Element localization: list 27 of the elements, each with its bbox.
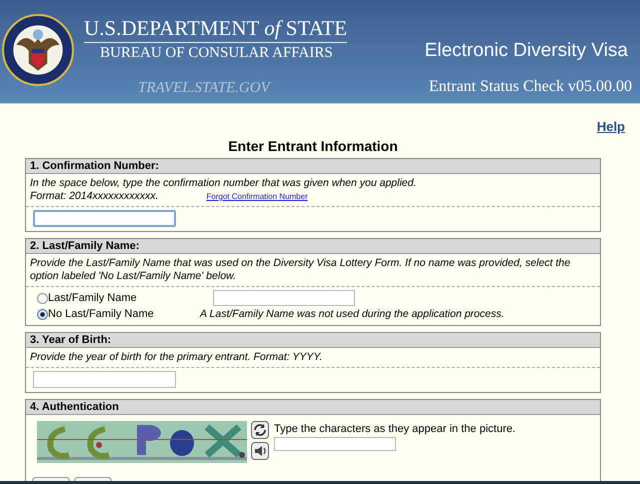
forgot-link[interactable]: Forgot Confirmation Number — [206, 192, 308, 201]
seal-icon — [2, 14, 74, 86]
radio-option[interactable]: No Last/Family Name — [37, 308, 167, 320]
page-heading: Enter Entrant Information — [227, 138, 399, 154]
speaker-icon[interactable] — [251, 442, 269, 460]
site-address: TRAVEL.STATE.GOV — [138, 80, 272, 97]
radio-option[interactable]: Last/Family Name — [37, 292, 167, 304]
bureau-title: BUREAU OF CONSULAR AFFAIRS — [100, 45, 334, 62]
section-title: 1. Confirmation Number: — [26, 159, 600, 174]
format-text: Format: 2014xxxxxxxxxxxx. — [30, 190, 158, 203]
instruction-text: In the space below, type the confirmation number that was given when you applied. — [30, 177, 418, 190]
instruction-text: Provide the Last/Family Name that was used on the Diversity Visa Lottery Form. If no name was provided, select the option labeled 'No Last/Family Name' below. — [30, 257, 572, 283]
section-title: 4. Authentication — [26, 400, 600, 415]
help-link[interactable]: Help — [596, 119, 625, 136]
app-title: Electronic Diversity Visa — [424, 40, 628, 62]
captcha-prompt: Type the characters as they appear in the picture. — [274, 423, 516, 435]
refresh-icon[interactable] — [251, 421, 269, 439]
input-field[interactable] — [274, 437, 396, 451]
instruction-text: Provide the year of birth for the primary entrant. Format: YYYY. — [30, 351, 324, 364]
input-field[interactable] — [213, 290, 355, 306]
app-version: Entrant Status Check v05.00.00 — [428, 78, 632, 96]
section-title: 3. Year of Birth: — [26, 333, 600, 348]
section-title: 2. Last/Family Name: — [26, 239, 600, 254]
input-field[interactable] — [33, 210, 176, 227]
department-title: U.S.DEPARTMENT of STATE — [84, 16, 348, 43]
note-text: A Last/Family Name was not used during the application process. — [200, 308, 504, 320]
input-field[interactable] — [33, 371, 176, 388]
